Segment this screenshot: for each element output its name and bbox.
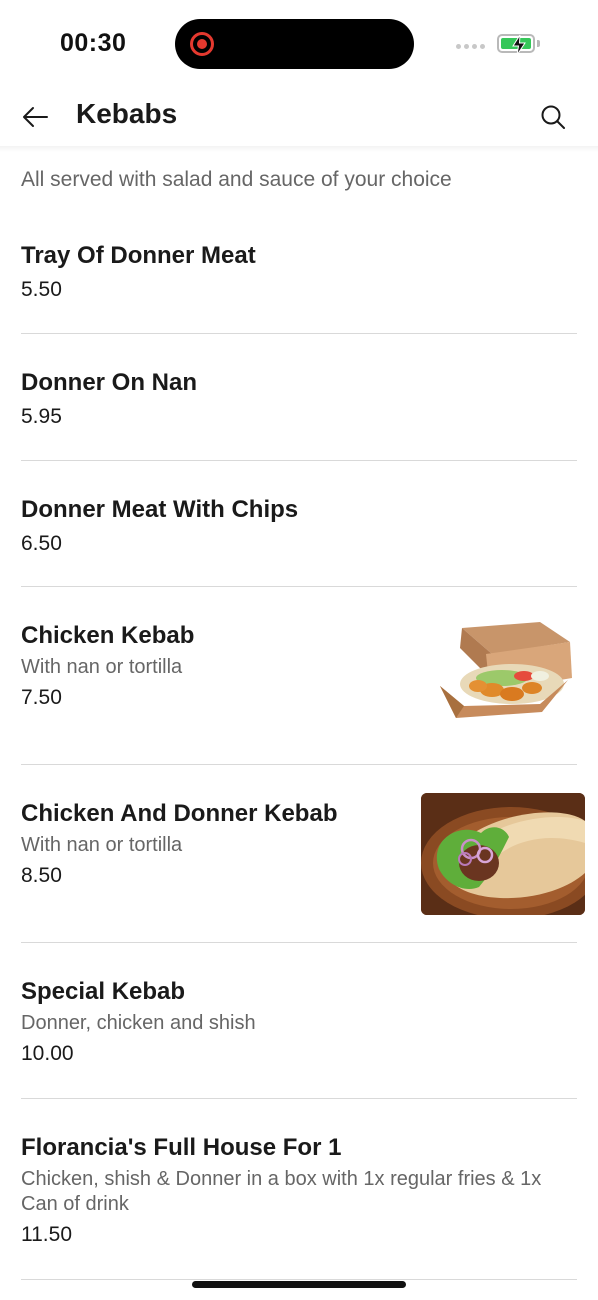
app-header: Kebabs	[0, 88, 598, 148]
battery-cap	[537, 40, 540, 47]
battery-icon	[497, 34, 535, 56]
search-button[interactable]	[536, 100, 570, 134]
chicken-kebab-image	[420, 614, 584, 736]
dynamic-island	[175, 19, 414, 69]
item-name: Florancia's Full House For 1	[21, 1134, 342, 1161]
category-description: All served with salad and sauce of your …	[21, 168, 452, 191]
divider	[21, 586, 577, 587]
divider	[21, 333, 577, 334]
item-name: Tray Of Donner Meat	[21, 242, 256, 269]
item-name: Chicken Kebab	[21, 622, 195, 649]
item-price: 10.00	[21, 1042, 74, 1065]
divider	[21, 460, 577, 461]
menu-item-donner-meat-with-chips[interactable]: Donner Meat With Chips 6.50	[21, 494, 577, 558]
menu-item-florancias-full-house[interactable]: Florancia's Full House For 1 Chicken, sh…	[21, 1132, 577, 1249]
item-price: 11.50	[21, 1223, 72, 1246]
page-title: Kebabs	[76, 98, 178, 129]
item-price: 8.50	[21, 864, 62, 887]
divider	[21, 942, 577, 943]
item-price: 5.50	[21, 278, 62, 301]
item-name: Chicken And Donner Kebab	[21, 800, 338, 827]
item-name: Donner On Nan	[21, 369, 198, 396]
divider	[21, 1279, 577, 1280]
item-description: Chicken, shish & Donner in a box with 1x…	[21, 1168, 542, 1215]
arrow-left-icon	[23, 107, 48, 127]
menu-item-special-kebab[interactable]: Special Kebab Donner, chicken and shish …	[21, 976, 577, 1068]
divider	[21, 1098, 577, 1099]
back-button[interactable]	[18, 100, 52, 134]
item-description: With nan or tortilla	[21, 656, 183, 678]
item-description: With nan or tortilla	[21, 834, 183, 856]
item-description: Donner, chicken and shish	[21, 1012, 256, 1034]
divider	[21, 764, 577, 765]
search-icon	[541, 105, 565, 129]
menu-item-donner-on-nan[interactable]: Donner On Nan 5.95	[21, 367, 577, 431]
item-price: 6.50	[21, 532, 62, 555]
status-time: 00:30	[60, 29, 127, 57]
item-name: Donner Meat With Chips	[21, 496, 299, 523]
status-bar: 00:30	[0, 0, 598, 88]
recording-indicator-icon	[190, 32, 214, 56]
charging-bolt-icon	[512, 34, 526, 56]
header-divider	[0, 146, 598, 152]
chicken-and-donner-kebab-image	[421, 793, 585, 915]
item-name: Special Kebab	[21, 978, 186, 1005]
signal-icon	[456, 44, 485, 49]
home-indicator[interactable]	[192, 1281, 406, 1288]
menu-item-tray-of-donner-meat[interactable]: Tray Of Donner Meat 5.50	[21, 240, 577, 304]
item-price: 5.95	[21, 405, 62, 428]
item-price: 7.50	[21, 686, 62, 709]
